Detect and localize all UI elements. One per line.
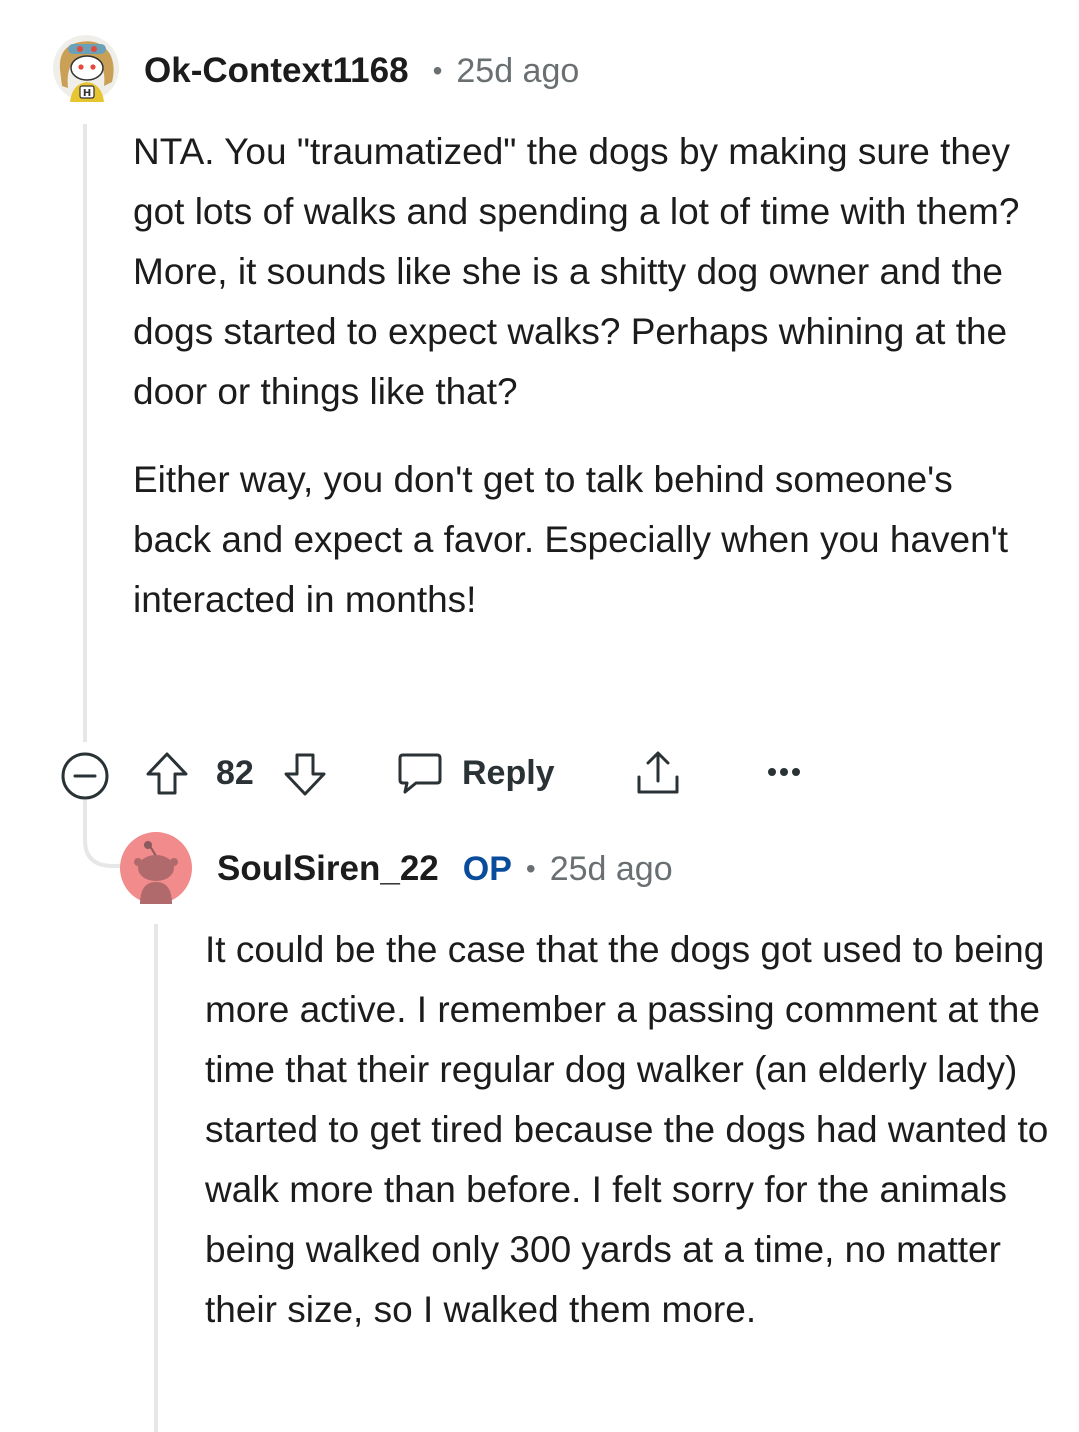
reply-body: It could be the case that the dogs got u…	[205, 920, 1055, 1340]
thread-connector	[83, 800, 123, 870]
comment-age: 25d ago	[456, 51, 580, 90]
svg-text:H: H	[83, 88, 91, 99]
reply-author[interactable]: SoulSiren_22	[217, 849, 439, 889]
reply-paragraph: It could be the case that the dogs got u…	[205, 929, 1049, 1330]
comment-header: Ok-Context1168 • 25d ago	[144, 46, 579, 96]
comment-paragraph: NTA. You "traumatized" the dogs by makin…	[133, 131, 1020, 412]
speech-bubble-icon[interactable]	[396, 752, 444, 796]
vote-score: 82	[216, 754, 254, 792]
snoo-avatar-icon[interactable]	[120, 832, 192, 904]
collapse-minus-icon[interactable]	[60, 751, 110, 801]
thread-line[interactable]	[83, 124, 87, 742]
downvote-arrow-icon[interactable]	[281, 750, 329, 798]
meta-separator: •	[525, 853, 536, 884]
upvote-arrow-icon[interactable]	[143, 750, 191, 798]
comment-author[interactable]: Ok-Context1168	[144, 51, 409, 91]
share-icon[interactable]	[634, 749, 682, 797]
reply-header: SoulSiren_22 OP • 25d ago	[217, 844, 673, 894]
more-dots-icon[interactable]	[766, 760, 802, 784]
op-badge: OP	[462, 849, 512, 888]
comment-body: NTA. You "traumatized" the dogs by makin…	[133, 122, 1033, 630]
meta-separator: •	[432, 55, 443, 86]
reply-age: 25d ago	[549, 849, 673, 888]
comment-paragraph: Either way, you don't get to talk behind…	[133, 459, 1009, 620]
snoo-avatar-icon[interactable]: H	[50, 30, 122, 102]
thread-line[interactable]	[154, 924, 158, 1432]
reply-button[interactable]: Reply	[462, 750, 555, 796]
